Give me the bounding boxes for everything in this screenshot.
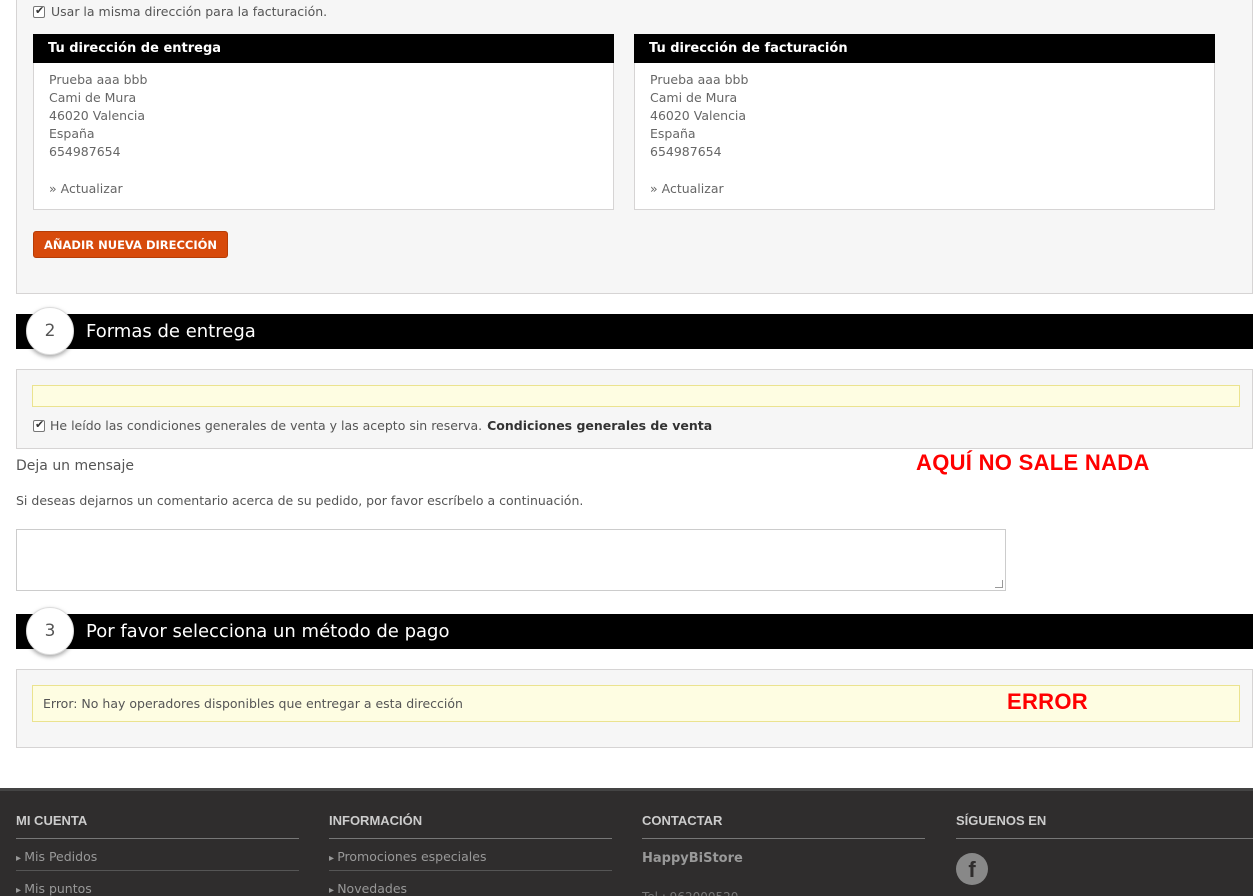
add-address-button[interactable]: AÑADIR NUEVA DIRECCIÓN: [33, 231, 229, 258]
footer-brand-name: HappyBiStore: [642, 851, 743, 866]
billing-address-title: Tu dirección de facturación: [634, 34, 1215, 63]
delivery-address-title: Tu dirección de entrega: [33, 34, 614, 63]
footer-phone: Tel.: 962000520: [642, 866, 925, 896]
message-description: Si deseas dejarnos un comentario acerca …: [16, 493, 584, 508]
message-title: Deja un mensaje: [16, 458, 135, 474]
footer-info-title: INFORMACIÓN: [329, 791, 612, 839]
footer-contact-title: CONTACTAR: [642, 791, 925, 839]
delivery-address-box: Tu dirección de entrega Prueba aaa bbb C…: [33, 34, 614, 210]
payment-step-title: Por favor selecciona un método de pago: [86, 621, 450, 642]
same-address-checkbox-row[interactable]: Usar la misma dirección para la facturac…: [33, 4, 327, 19]
shipping-step-bar: 2 Formas de entrega: [16, 307, 1253, 355]
footer-info-column: INFORMACIÓN Promociones especiales Noved…: [329, 791, 612, 896]
shipping-annotation: AQUÍ NO SALE NADA: [916, 450, 1150, 475]
footer-link-points[interactable]: Mis puntos: [16, 871, 299, 896]
billing-street: Cami de Mura: [650, 90, 738, 105]
billing-country: España: [650, 126, 696, 141]
billing-update-link[interactable]: » Actualizar: [650, 181, 724, 196]
terms-checkbox[interactable]: [33, 418, 45, 432]
error-annotation: ERROR: [1007, 689, 1088, 714]
footer-account-column: MI CUENTA Mis Pedidos Mis puntos: [16, 791, 299, 896]
delivery-address-lines: Prueba aaa bbb Cami de Mura 46020 Valenc…: [34, 63, 613, 161]
footer: MI CUENTA Mis Pedidos Mis puntos INFORMA…: [0, 788, 1253, 896]
delivery-city: 46020 Valencia: [49, 108, 146, 123]
delivery-street: Cami de Mura: [49, 90, 137, 105]
shipping-step-title: Formas de entrega: [86, 321, 256, 342]
billing-address-box: Tu dirección de facturación Prueba aaa b…: [634, 34, 1215, 210]
terms-link[interactable]: Condiciones generales de venta: [487, 418, 712, 433]
footer-contact-column: CONTACTAR HappyBiStore Tel.: 962000520: [642, 791, 925, 896]
payment-step-number: 3: [26, 607, 74, 655]
footer-link-orders[interactable]: Mis Pedidos: [16, 839, 299, 871]
delivery-country: España: [49, 126, 95, 141]
message-textarea[interactable]: [16, 529, 1006, 591]
resize-grip-icon[interactable]: [995, 580, 1003, 588]
delivery-name: Prueba aaa bbb: [49, 72, 148, 87]
billing-name: Prueba aaa bbb: [650, 72, 749, 87]
footer-account-title: MI CUENTA: [16, 791, 299, 839]
payment-step-bar: 3 Por favor selecciona un método de pago: [16, 607, 1253, 655]
billing-phone: 654987654: [650, 144, 722, 159]
footer-link-promotions[interactable]: Promociones especiales: [329, 839, 612, 871]
footer-link-new-products[interactable]: Novedades: [329, 871, 612, 896]
billing-address-lines: Prueba aaa bbb Cami de Mura 46020 Valenc…: [635, 63, 1214, 161]
terms-text: He leído las condiciones generales de ve…: [50, 418, 483, 433]
address-panel: Usar la misma dirección para la facturac…: [16, 0, 1253, 294]
delivery-update-link[interactable]: » Actualizar: [49, 181, 123, 196]
footer-social-column: SÍGUENOS EN f: [956, 791, 1253, 885]
footer-social-title: SÍGUENOS EN: [956, 791, 1253, 839]
delivery-phone: 654987654: [49, 144, 121, 159]
same-address-checkbox[interactable]: [33, 4, 45, 18]
facebook-icon[interactable]: f: [956, 853, 988, 885]
shipping-options-box: [32, 385, 1240, 407]
shipping-panel: He leído las condiciones generales de ve…: [16, 369, 1253, 449]
shipping-step-number: 2: [26, 307, 74, 355]
billing-city: 46020 Valencia: [650, 108, 747, 123]
terms-checkbox-row[interactable]: He leído las condiciones generales de ve…: [33, 418, 712, 433]
same-address-label: Usar la misma dirección para la facturac…: [51, 4, 328, 19]
